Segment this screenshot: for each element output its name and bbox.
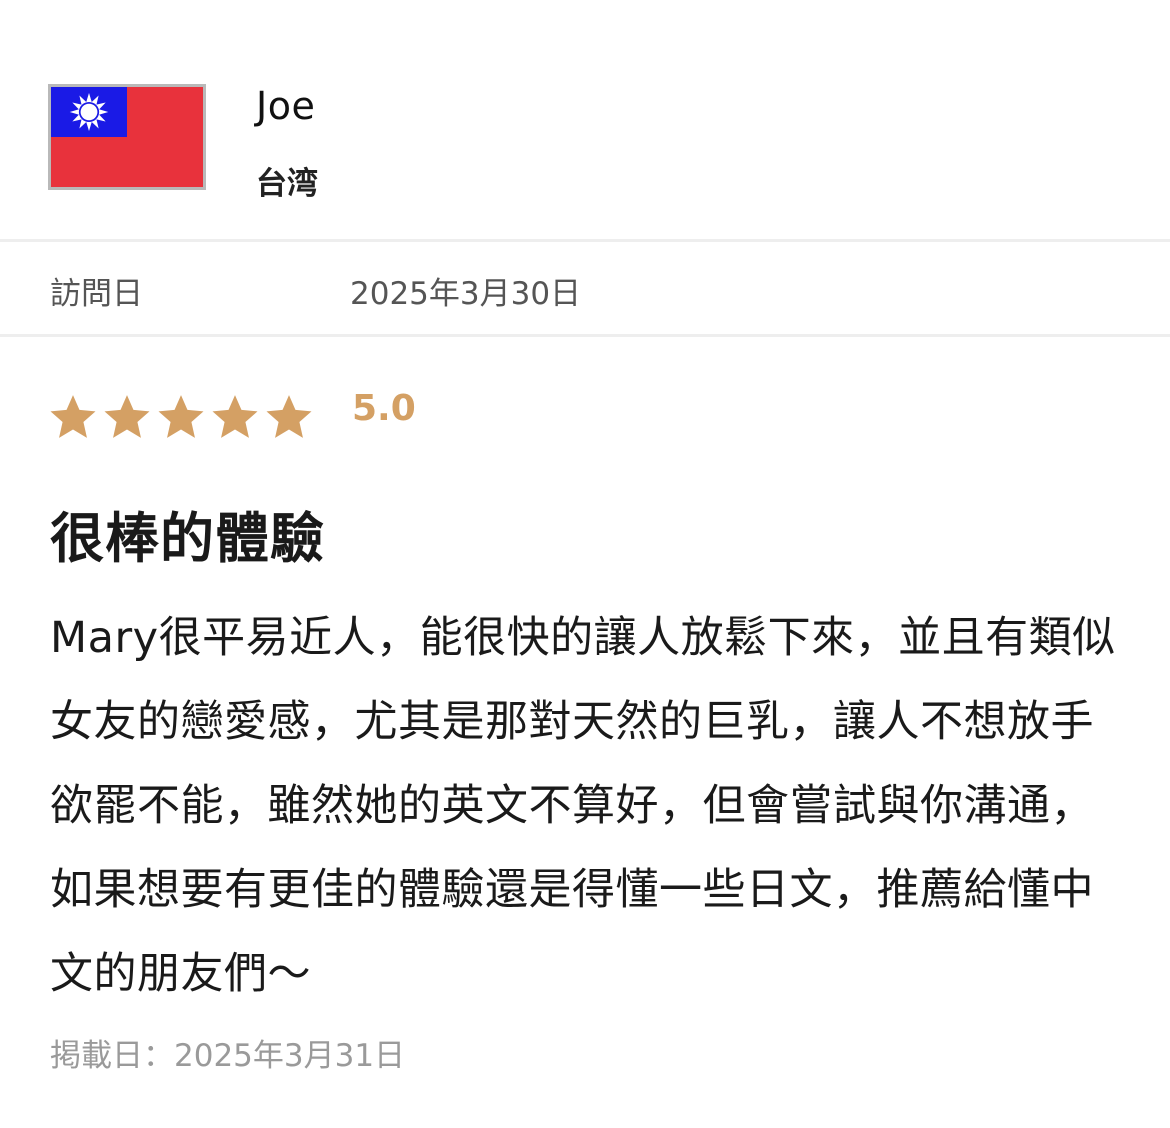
reviewer-name: Joe [256, 84, 316, 128]
visit-date-label: 訪問日 [50, 276, 143, 312]
review-card: Joe 台湾 訪問日 2025年3月30日 5.0 很棒的體驗 Mary很平易近… [0, 0, 1170, 1128]
taiwan-flag-icon [48, 84, 206, 190]
star-icon [210, 392, 260, 442]
review-title: 很棒的體驗 [50, 507, 325, 570]
star-icon [48, 392, 98, 442]
divider [0, 334, 1170, 337]
review-body: Mary很平易近人，能很快的讓人放鬆下來，並且有類似女友的戀愛感，尤其是那對天然… [50, 613, 1116, 999]
rating-score: 5.0 [352, 388, 416, 429]
rating-stars [48, 392, 314, 442]
divider [0, 239, 1170, 242]
star-icon [156, 392, 206, 442]
posted-date: 掲載日：2025年3月31日 [50, 1038, 406, 1074]
visit-date-value: 2025年3月30日 [350, 276, 582, 312]
star-icon [264, 392, 314, 442]
reviewer-header: Joe 台湾 [0, 0, 1170, 240]
star-icon [102, 392, 152, 442]
reviewer-country: 台湾 [256, 166, 318, 202]
